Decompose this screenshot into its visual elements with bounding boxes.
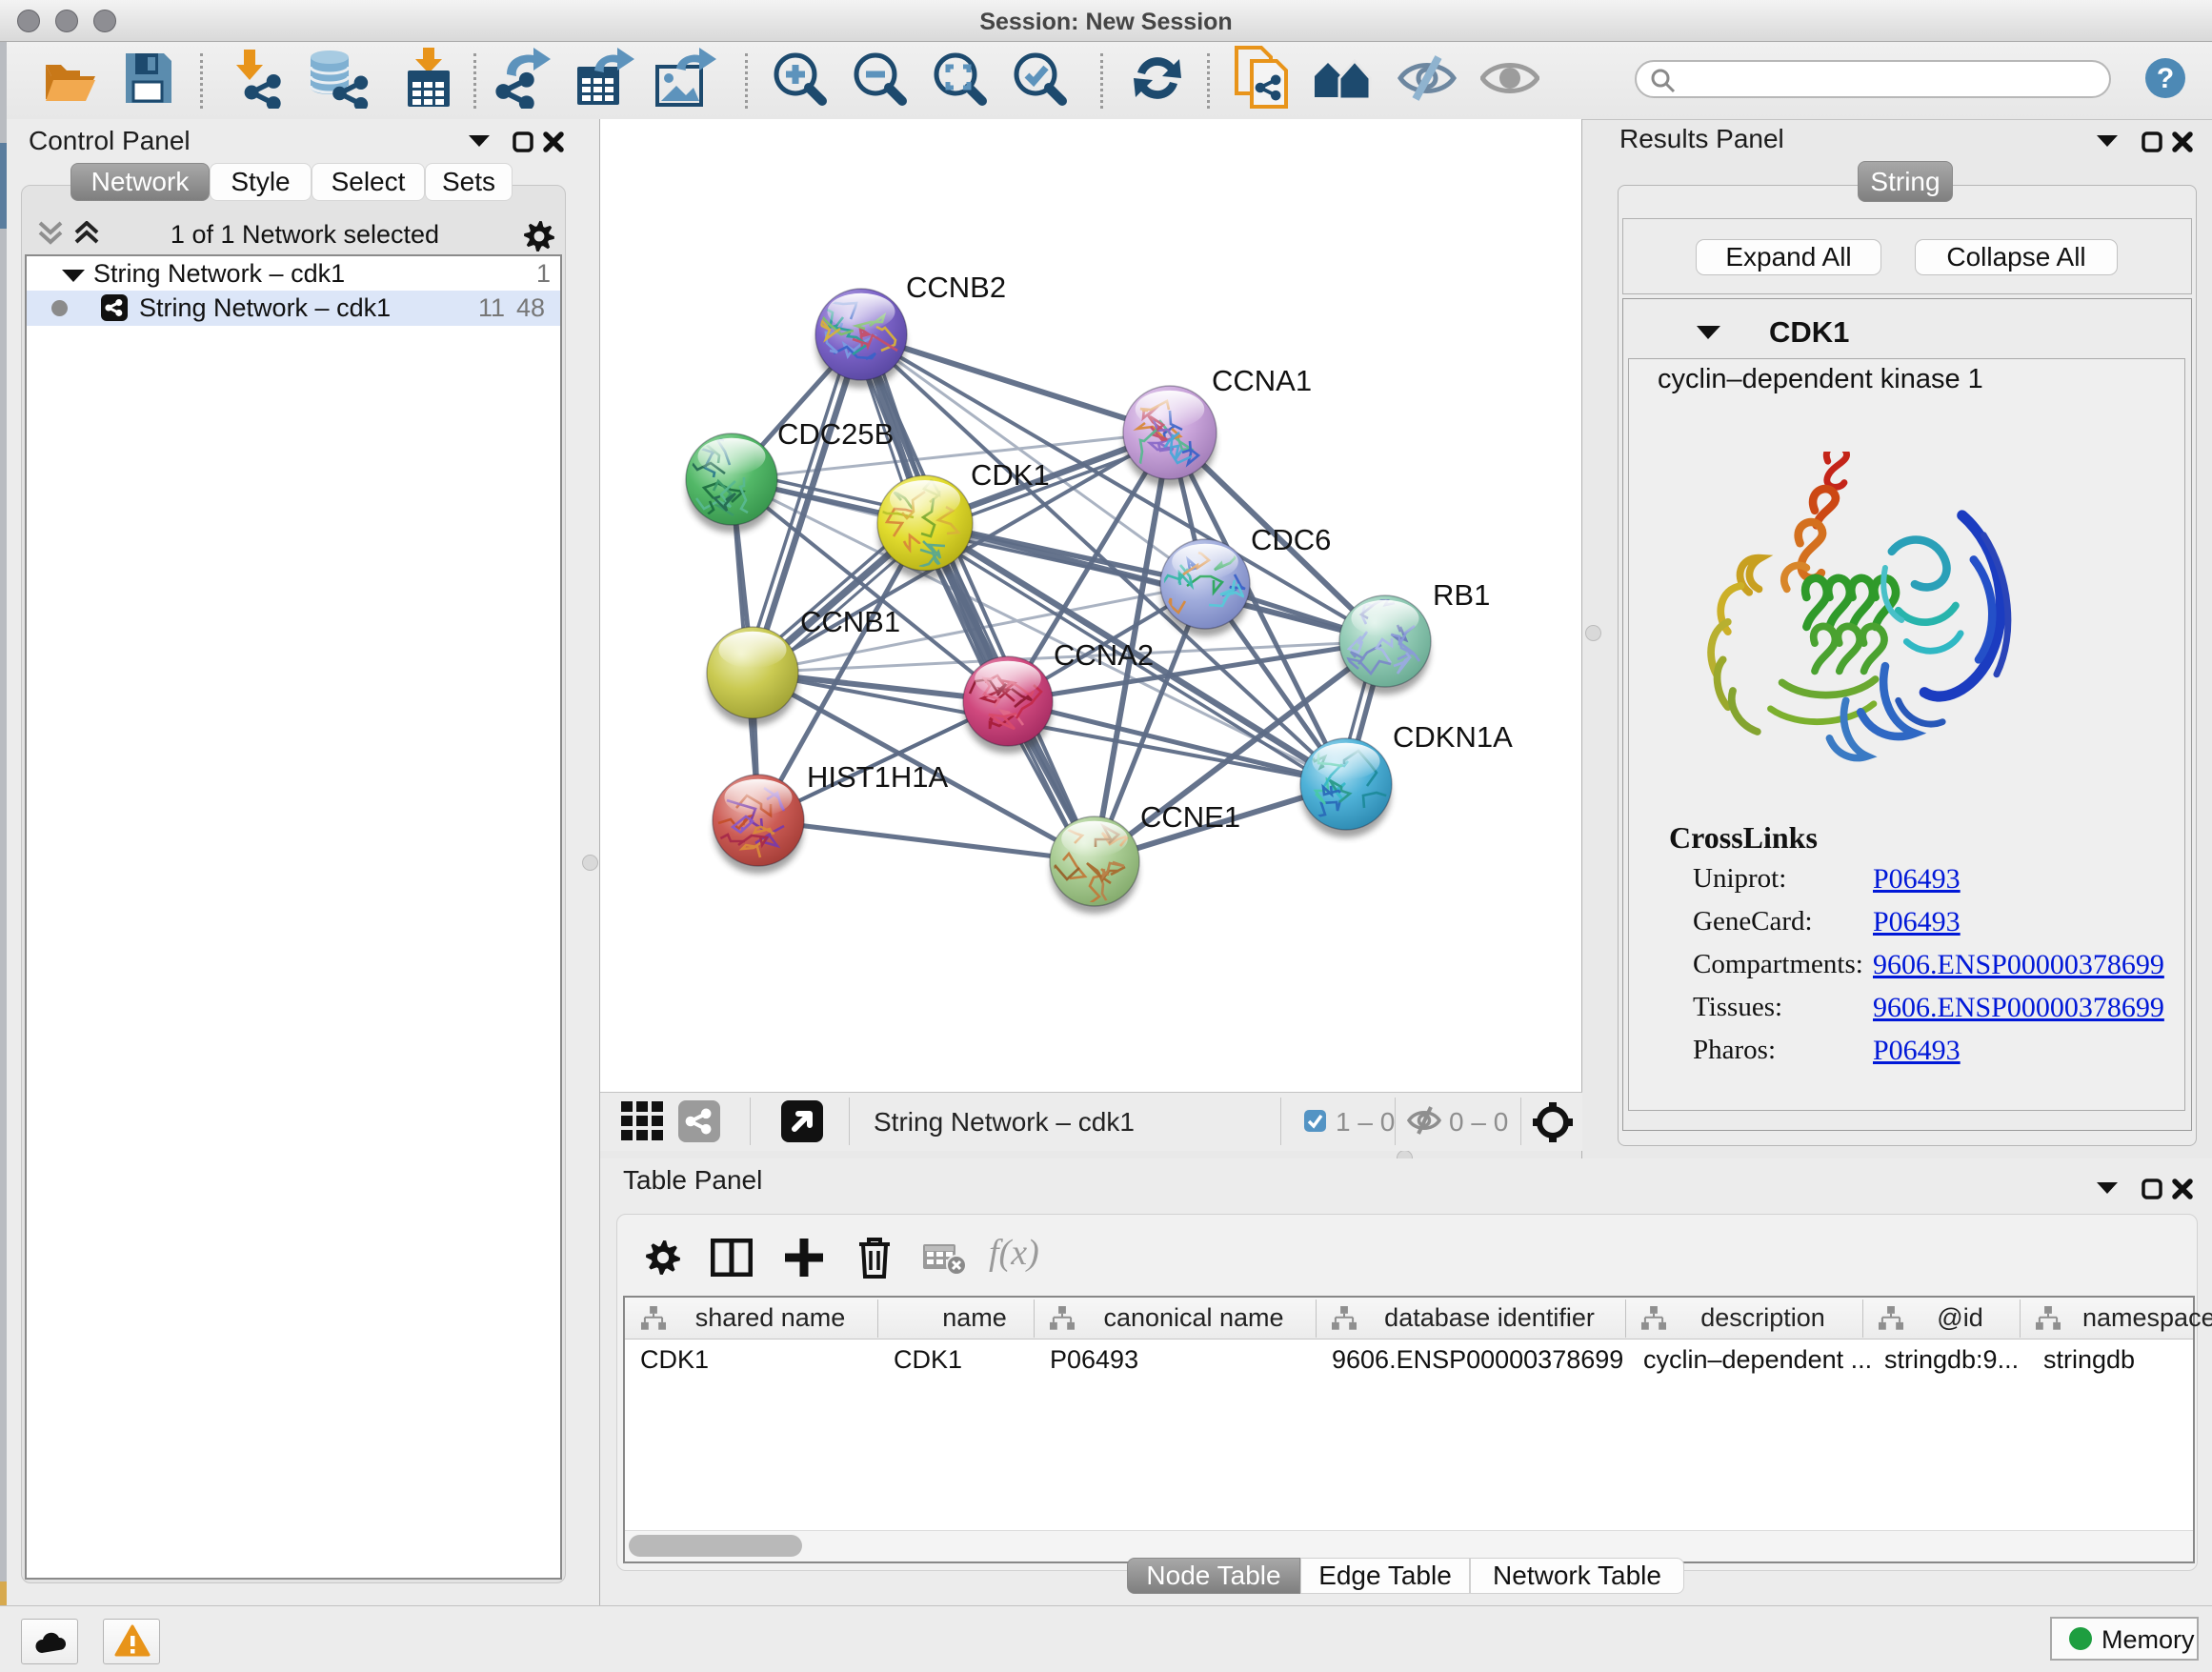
svg-text:CCNA2: CCNA2 [1054,638,1154,672]
svg-text:CCNB1: CCNB1 [800,605,900,638]
svg-text:CDKN1A: CDKN1A [1393,720,1513,754]
svg-text:RB1: RB1 [1433,578,1490,612]
svg-text:CDC6: CDC6 [1251,523,1331,556]
svg-text:CCNE1: CCNE1 [1140,800,1240,834]
svg-text:CCNB2: CCNB2 [906,271,1006,304]
svg-text:CCNA1: CCNA1 [1212,364,1312,397]
svg-text:CDC25B: CDC25B [777,417,894,451]
svg-text:CDK1: CDK1 [971,458,1050,492]
svg-text:HIST1H1A: HIST1H1A [807,760,948,794]
